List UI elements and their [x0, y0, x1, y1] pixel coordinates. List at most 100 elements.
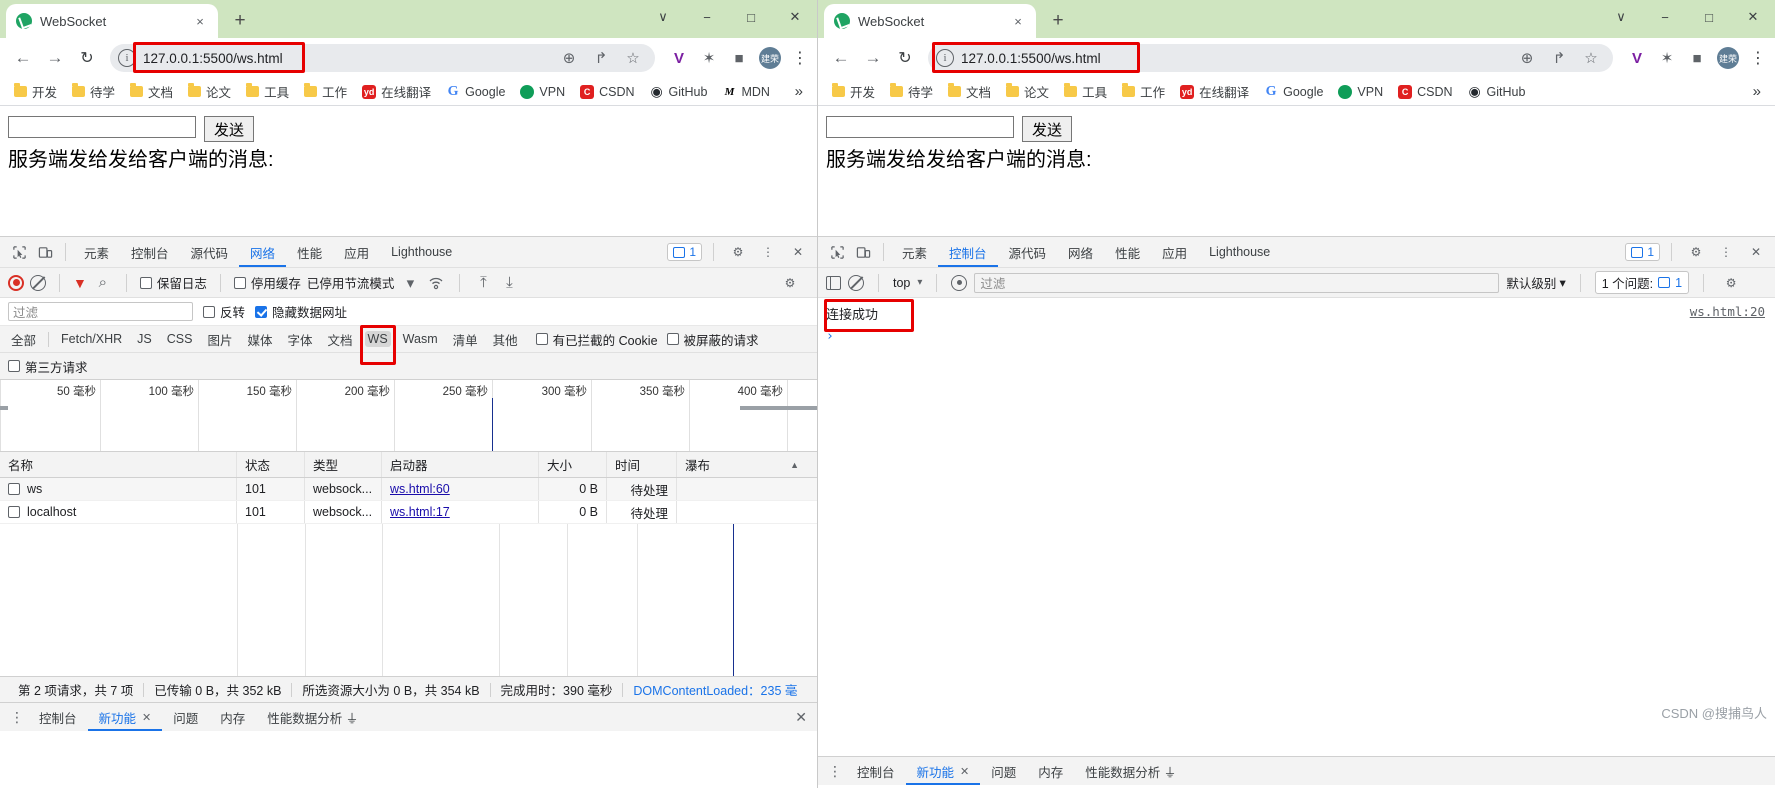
- bookmark-item[interactable]: C CSDN: [574, 83, 640, 101]
- bookmark-item[interactable]: yd 在线翻译: [1174, 80, 1255, 103]
- minimize-icon[interactable]: −: [1643, 0, 1687, 34]
- bookmark-item[interactable]: 论文: [182, 80, 237, 103]
- table-row[interactable]: ws 101 websock... ws.html:60 0 B 待处理: [0, 478, 817, 501]
- cell-initiator[interactable]: ws.html:17: [382, 501, 539, 523]
- devtools-tab-performance[interactable]: 性能: [286, 237, 333, 267]
- drawer-tab-performance-insights[interactable]: 性能数据分析 ⏚: [256, 703, 369, 731]
- bookmark-item[interactable]: 工作: [298, 80, 353, 103]
- reload-icon[interactable]: ↻: [890, 43, 920, 73]
- drawer-tab-console[interactable]: 控制台: [846, 757, 906, 785]
- drawer-tab-whatsnew[interactable]: 新功能 ✕: [906, 757, 981, 785]
- devtools-tab-elements[interactable]: 元素: [73, 237, 120, 267]
- chevron-down-icon[interactable]: ▾: [917, 277, 922, 288]
- devtools-menu-icon[interactable]: ⋮: [1713, 239, 1739, 265]
- bookmark-star-icon[interactable]: ☆: [623, 48, 643, 68]
- bookmark-item[interactable]: 文档: [124, 80, 179, 103]
- bookmarks-overflow-icon[interactable]: »: [1747, 83, 1767, 100]
- send-button[interactable]: 发送: [204, 116, 255, 142]
- bookmarks-overflow-icon[interactable]: »: [789, 83, 809, 100]
- type-filter-manifest[interactable]: 清单: [450, 329, 481, 350]
- col-header-name[interactable]: 名称: [0, 452, 237, 477]
- bookmark-item[interactable]: 待学: [884, 80, 939, 103]
- blocked-requests-checkbox[interactable]: 被屏蔽的请求: [666, 330, 759, 349]
- avatar[interactable]: 建荣: [1717, 47, 1739, 69]
- drawer-tab-performance-insights[interactable]: 性能数据分析 ⏚: [1074, 757, 1187, 785]
- search-icon[interactable]: ⌕: [93, 273, 113, 293]
- bookmark-item[interactable]: 工具: [1058, 80, 1113, 103]
- bookmark-item[interactable]: 论文: [1000, 80, 1055, 103]
- devtools-tab-elements[interactable]: 元素: [891, 237, 938, 267]
- bookmark-item[interactable]: M MDN: [716, 83, 775, 101]
- checkbox-icon[interactable]: [8, 483, 20, 495]
- devtools-tab-application[interactable]: 应用: [333, 237, 380, 267]
- minimize-icon[interactable]: −: [685, 0, 729, 34]
- initiator-link[interactable]: ws.html:60: [390, 482, 450, 496]
- message-count-badge[interactable]: 1: [1625, 243, 1660, 261]
- devtools-close-icon[interactable]: ✕: [1743, 239, 1769, 265]
- devtools-close-icon[interactable]: ✕: [785, 239, 811, 265]
- bookmark-item[interactable]: G Google: [1258, 83, 1329, 101]
- col-header-time[interactable]: 时间: [607, 452, 677, 477]
- drawer-tab-console[interactable]: 控制台: [28, 703, 88, 731]
- right-address-bar[interactable]: i 127.0.0.1:5500/ws.html ⊕ ↱ ☆: [928, 42, 1613, 73]
- left-browser-tab[interactable]: WebSocket ×: [6, 4, 218, 38]
- share-icon[interactable]: ↱: [591, 48, 611, 68]
- wifi-settings-icon[interactable]: [426, 273, 446, 293]
- invert-checkbox[interactable]: 反转: [203, 302, 245, 321]
- type-filter-other[interactable]: 其他: [490, 329, 521, 350]
- devtools-tab-network[interactable]: 网络: [239, 237, 286, 267]
- col-header-type[interactable]: 类型: [305, 452, 382, 477]
- message-input[interactable]: [8, 116, 196, 138]
- bookmark-item[interactable]: G Google: [440, 83, 511, 101]
- type-filter-ws[interactable]: WS: [359, 325, 396, 365]
- bookmark-item[interactable]: 工作: [1116, 80, 1171, 103]
- inspect-element-icon[interactable]: [6, 239, 32, 265]
- devtools-tab-lighthouse[interactable]: Lighthouse: [380, 237, 463, 267]
- close-icon[interactable]: ×: [1010, 14, 1026, 29]
- zoom-icon[interactable]: ⊕: [1517, 48, 1537, 68]
- network-overview-timeline[interactable]: 50 毫秒 100 毫秒 150 毫秒 200 毫秒 250 毫秒 300 毫秒…: [0, 380, 817, 452]
- left-address-bar[interactable]: i 127.0.0.1:5500/ws.html ⊕ ↱ ☆: [110, 42, 655, 73]
- devtools-tab-console[interactable]: 控制台: [938, 237, 998, 267]
- third-party-checkbox[interactable]: 第三方请求: [8, 357, 88, 376]
- type-filter-css[interactable]: CSS: [164, 331, 196, 347]
- col-header-waterfall[interactable]: 瀑布 ▲: [677, 452, 817, 477]
- gear-icon[interactable]: ⚙: [725, 239, 751, 265]
- message-count-badge[interactable]: 1: [667, 243, 702, 261]
- browser-menu-icon[interactable]: ⋮: [1749, 48, 1767, 68]
- sidepanel-icon[interactable]: ■: [1687, 48, 1707, 68]
- bookmark-item[interactable]: 工具: [240, 80, 295, 103]
- forward-icon[interactable]: →: [858, 43, 888, 73]
- network-settings-gear-icon[interactable]: ⚙: [777, 270, 803, 296]
- bookmark-item[interactable]: ◉ GitHub: [1462, 83, 1532, 101]
- drawer-menu-icon[interactable]: ⋮: [6, 709, 28, 726]
- devtools-tab-console[interactable]: 控制台: [120, 237, 180, 267]
- initiator-link[interactable]: ws.html:17: [390, 505, 450, 519]
- clear-console-icon[interactable]: [848, 274, 864, 291]
- devtools-tab-application[interactable]: 应用: [1151, 237, 1198, 267]
- forward-icon[interactable]: →: [40, 43, 70, 73]
- window-close-icon[interactable]: ✕: [1731, 0, 1775, 34]
- col-header-status[interactable]: 状态: [237, 452, 305, 477]
- chevron-down-icon[interactable]: ∨: [1599, 0, 1643, 34]
- drawer-tab-whatsnew[interactable]: 新功能 ✕: [88, 703, 163, 731]
- hide-data-urls-checkbox[interactable]: 隐藏数据网址: [255, 302, 347, 321]
- blocked-cookies-checkbox[interactable]: 有已拦截的 Cookie: [535, 330, 658, 349]
- vimium-icon[interactable]: V: [669, 48, 689, 68]
- zoom-icon[interactable]: ⊕: [559, 48, 579, 68]
- devtools-tab-lighthouse[interactable]: Lighthouse: [1198, 237, 1281, 267]
- avatar[interactable]: 建荣: [759, 47, 781, 69]
- drawer-tab-memory[interactable]: 内存: [1027, 757, 1074, 785]
- filter-icon[interactable]: ▼: [73, 275, 87, 291]
- back-icon[interactable]: ←: [826, 43, 856, 73]
- type-filter-all[interactable]: 全部: [8, 329, 39, 350]
- console-message[interactable]: 连接成功 ws.html:20: [818, 298, 1775, 332]
- devtools-tab-sources[interactable]: 源代码: [180, 237, 240, 267]
- console-message-area[interactable]: 连接成功 ws.html:20 › CSDN @搜捕鸟人: [818, 298, 1775, 756]
- type-filter-media[interactable]: 媒体: [244, 329, 275, 350]
- vimium-icon[interactable]: V: [1627, 48, 1647, 68]
- maximize-icon[interactable]: □: [1687, 0, 1731, 34]
- col-header-initiator[interactable]: 启动器: [382, 452, 539, 477]
- issues-badge[interactable]: 1 个问题: 1: [1594, 271, 1690, 294]
- gear-icon[interactable]: ⚙: [1683, 239, 1709, 265]
